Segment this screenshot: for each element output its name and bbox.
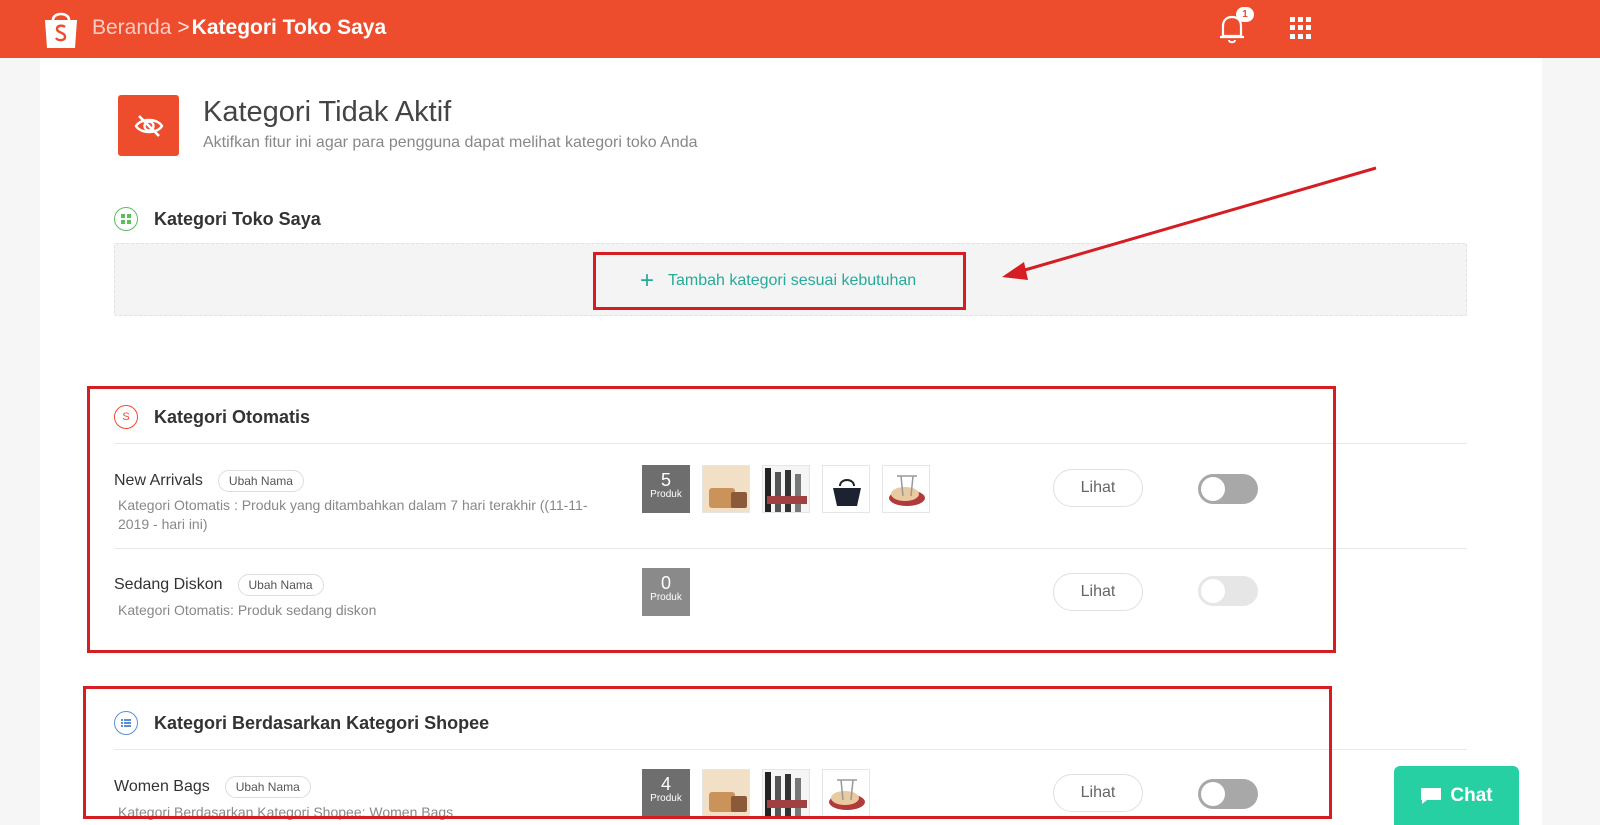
- chat-bubble-icon: [1421, 787, 1442, 804]
- chat-button[interactable]: Chat: [1394, 766, 1519, 825]
- shopee-logo-icon[interactable]: [42, 8, 80, 50]
- annotation-box-add-category: [593, 252, 966, 310]
- apps-grid-icon[interactable]: [1290, 17, 1312, 39]
- eye-off-icon: [134, 114, 163, 137]
- top-navigation-bar: Beranda > Kategori Toko Saya 1: [0, 0, 1600, 58]
- annotation-box-auto-categories: [87, 386, 1336, 653]
- chat-label: Chat: [1450, 784, 1493, 806]
- inactive-category-icon-box: [118, 95, 179, 156]
- section-header-my-categories: Kategori Toko Saya: [114, 207, 321, 231]
- breadcrumb-home-link[interactable]: Beranda: [92, 16, 171, 40]
- breadcrumb-current: Kategori Toko Saya: [191, 16, 387, 39]
- page-title: Kategori Tidak Aktif: [203, 96, 452, 128]
- grid-dots-icon: [114, 207, 138, 231]
- breadcrumb-separator: >: [177, 16, 190, 39]
- notification-badge: 1: [1236, 7, 1254, 22]
- page-subtitle: Aktifkan fitur ini agar para pengguna da…: [203, 134, 698, 151]
- section-title: Kategori Toko Saya: [154, 208, 321, 229]
- breadcrumb: Beranda > Kategori Toko Saya: [92, 16, 386, 40]
- annotation-box-shopee-categories: [83, 686, 1332, 819]
